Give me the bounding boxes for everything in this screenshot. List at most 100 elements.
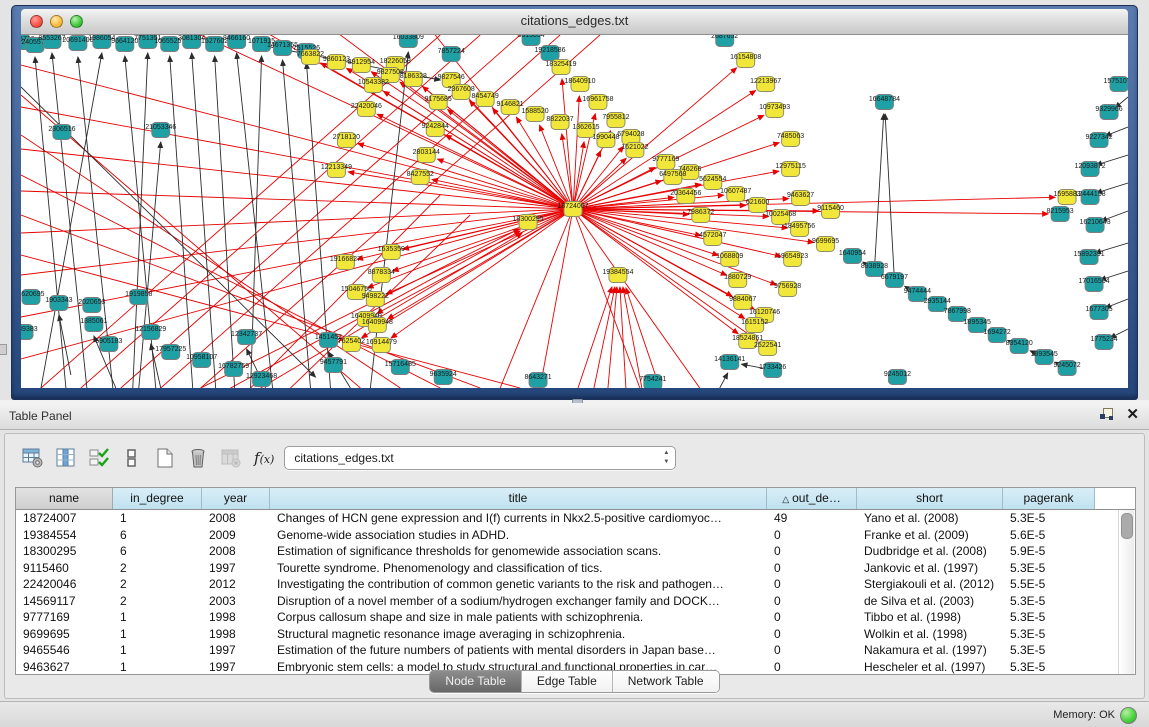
table-cell[interactable]: Structural magnetic resonance image aver… xyxy=(270,626,767,643)
graph-edge[interactable] xyxy=(161,35,560,388)
table-cell[interactable]: 1998 xyxy=(202,626,270,643)
row-select-icon[interactable] xyxy=(85,444,113,472)
table-cell[interactable]: 2008 xyxy=(202,510,270,527)
table-cell[interactable]: 1 xyxy=(113,642,202,659)
table-cell[interactable]: 9115460 xyxy=(16,560,113,577)
table-cell[interactable]: Wolkin et al. (1998) xyxy=(857,626,1003,643)
table-cell[interactable]: 5.3E-5 xyxy=(1003,560,1095,577)
table-cell[interactable]: 0 xyxy=(767,626,857,643)
graph-edge[interactable] xyxy=(231,231,520,388)
table-row[interactable]: 1830029562008Estimation of significance … xyxy=(16,543,1135,560)
network-graph[interactable]: 2035718240557285532672069140619860549664… xyxy=(21,35,1128,388)
column-header-pagerank[interactable]: pagerank xyxy=(1003,488,1095,509)
table-cell[interactable]: Estimation of the future numbers of pati… xyxy=(270,642,767,659)
table-settings-icon[interactable] xyxy=(19,444,47,472)
table-cell[interactable]: Investigating the contribution of common… xyxy=(270,576,767,593)
table-cell[interactable]: 18724007 xyxy=(16,510,113,527)
table-cell[interactable]: 9465546 xyxy=(16,642,113,659)
table-cell[interactable]: 5.3E-5 xyxy=(1003,626,1095,643)
table-cell[interactable]: 2003 xyxy=(202,593,270,610)
graph-edge[interactable] xyxy=(578,287,612,388)
table-cell[interactable]: 6 xyxy=(113,543,202,560)
table-cell[interactable]: 1 xyxy=(113,626,202,643)
column-header-short[interactable]: short xyxy=(857,488,1003,509)
column-chooser-icon[interactable] xyxy=(52,444,80,472)
tab-node-table[interactable]: Node Table xyxy=(430,671,522,692)
graph-edge[interactable] xyxy=(358,143,573,209)
table-cell[interactable]: Franke et al. (2009) xyxy=(857,527,1003,544)
column-header-year[interactable]: year xyxy=(202,488,270,509)
table-cell[interactable]: 1997 xyxy=(202,642,270,659)
table-cell[interactable]: Genome-wide association studies in ADHD. xyxy=(270,527,767,544)
graph-edge[interactable] xyxy=(192,53,216,388)
table-row[interactable]: 946554611997Estimation of the future num… xyxy=(16,642,1135,659)
table-cell[interactable]: Stergiakouli et al. (2012) xyxy=(857,576,1003,593)
graph-edge[interactable] xyxy=(21,209,573,275)
table-cell[interactable]: 18300295 xyxy=(16,543,113,560)
table-cell[interactable]: 2 xyxy=(113,576,202,593)
table-cell[interactable]: 2 xyxy=(113,593,202,610)
table-selector-dropdown[interactable]: citations_edges.txt ▲▼ xyxy=(284,446,676,470)
table-cell[interactable]: 5.6E-5 xyxy=(1003,527,1095,544)
column-header-in-degree[interactable]: in_degree xyxy=(113,488,202,509)
table-cell[interactable]: de Silva et al. (2003) xyxy=(857,593,1003,610)
delete-table-icon[interactable] xyxy=(217,444,245,472)
graph-edge[interactable] xyxy=(52,53,87,388)
table-cell[interactable]: 5.3E-5 xyxy=(1003,593,1095,610)
graph-edge[interactable] xyxy=(393,209,573,271)
panel-edge-handle[interactable] xyxy=(0,344,7,355)
memory-status-icon[interactable] xyxy=(1120,707,1137,724)
table-cell[interactable]: 0 xyxy=(767,642,857,659)
table-scrollbar[interactable] xyxy=(1118,510,1134,674)
column-header-out-degree[interactable]: △out_de… xyxy=(767,488,857,509)
function-icon[interactable]: f(x) xyxy=(254,449,274,467)
table-cell[interactable]: 0 xyxy=(767,609,857,626)
column-header-title[interactable]: title xyxy=(270,488,767,509)
table-cell[interactable]: Corpus callosum shape and size in male p… xyxy=(270,609,767,626)
table-cell[interactable]: 2012 xyxy=(202,576,270,593)
table-cell[interactable]: 9699695 xyxy=(16,626,113,643)
graph-edge[interactable] xyxy=(626,288,660,388)
table-cell[interactable]: 5.3E-5 xyxy=(1003,510,1095,527)
table-cell[interactable]: 5.3E-5 xyxy=(1003,609,1095,626)
cell-stack-icon[interactable] xyxy=(118,444,146,472)
table-cell[interactable]: 1 xyxy=(113,510,202,527)
table-cell[interactable]: 2009 xyxy=(202,527,270,544)
table-cell[interactable]: 2008 xyxy=(202,543,270,560)
table-row[interactable]: 977716911998Corpus callosum shape and si… xyxy=(16,609,1135,626)
table-cell[interactable]: 1997 xyxy=(202,560,270,577)
graph-edge[interactable] xyxy=(391,209,573,338)
table-cell[interactable]: 5.5E-5 xyxy=(1003,576,1095,593)
tab-network-table[interactable]: Network Table xyxy=(613,671,719,692)
table-cell[interactable]: 1 xyxy=(113,609,202,626)
table-cell[interactable]: Tourette syndrome. Phenomenology and cla… xyxy=(270,560,767,577)
column-header-name[interactable]: name xyxy=(16,488,113,509)
table-cell[interactable]: Changes of HCN gene expression and I(f) … xyxy=(270,510,767,527)
table-cell[interactable]: 6 xyxy=(113,527,202,544)
table-scrollbar-thumb[interactable] xyxy=(1121,513,1133,539)
float-panel-icon[interactable] xyxy=(1100,408,1114,422)
graph-edge[interactable] xyxy=(885,114,894,280)
table-cell[interactable]: 1998 xyxy=(202,609,270,626)
table-cell[interactable]: Disruption of a novel member of a sodium… xyxy=(270,593,767,610)
graph-edge[interactable] xyxy=(720,373,728,388)
graph-edge[interactable] xyxy=(540,209,573,388)
table-row[interactable]: 2242004622012Investigating the contribut… xyxy=(16,576,1135,593)
tab-edge-table[interactable]: Edge Table xyxy=(522,671,613,692)
network-canvas[interactable]: 2035718240557285532672069140619860549664… xyxy=(21,35,1128,388)
table-row[interactable]: 1456911722003Disruption of a novel membe… xyxy=(16,593,1135,610)
table-cell[interactable]: Jankovic et al. (1997) xyxy=(857,560,1003,577)
graph-edge[interactable] xyxy=(35,57,66,388)
network-window-titlebar[interactable]: citations_edges.txt xyxy=(21,9,1128,35)
table-cell[interactable]: 0 xyxy=(767,593,857,610)
table-cell[interactable]: Yano et al. (2008) xyxy=(857,510,1003,527)
table-cell[interactable]: 49 xyxy=(767,510,857,527)
graph-edge[interactable] xyxy=(348,172,573,209)
graph-edge[interactable] xyxy=(594,287,615,388)
table-cell[interactable]: Dudbridge et al. (2008) xyxy=(857,543,1003,560)
table-cell[interactable]: 14569117 xyxy=(16,593,113,610)
table-row[interactable]: 911546021997Tourette syndrome. Phenomeno… xyxy=(16,560,1135,577)
graph-edge[interactable] xyxy=(21,65,573,209)
table-row[interactable]: 969969511998Structural magnetic resonanc… xyxy=(16,626,1135,643)
graph-edge[interactable] xyxy=(874,114,883,269)
